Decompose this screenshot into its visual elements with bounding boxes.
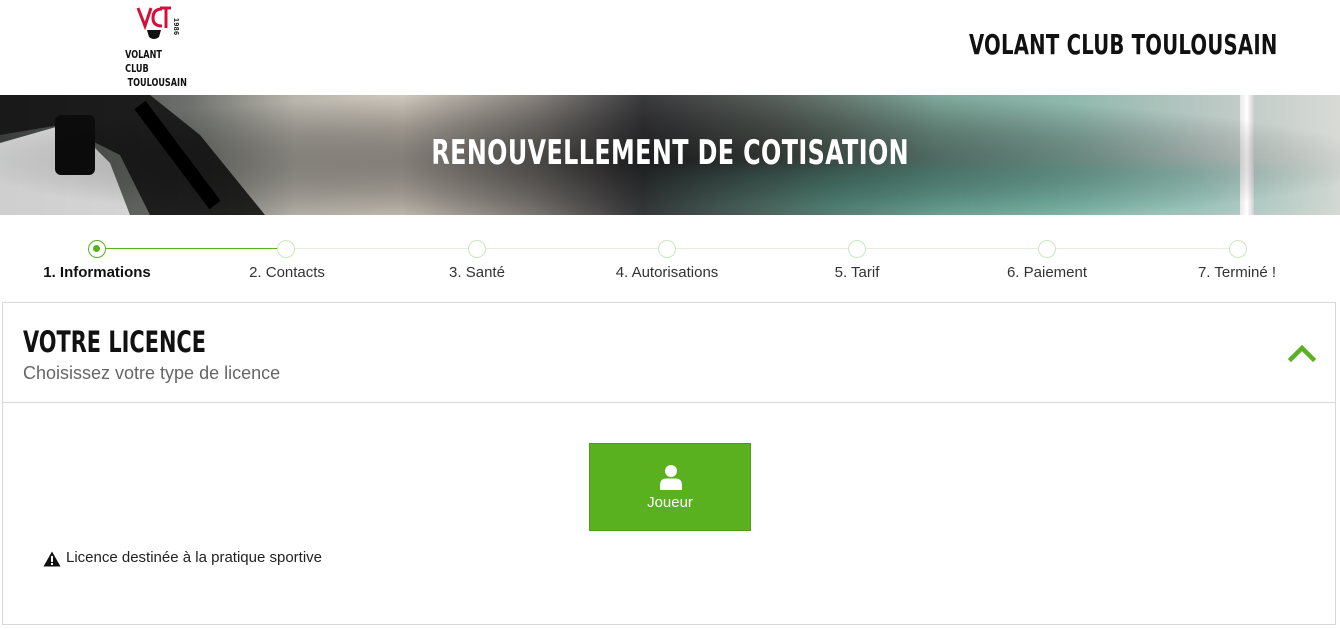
- page-title-text: RENOUVELLEMENT DE COTISATION: [431, 133, 909, 173]
- user-icon: [660, 465, 682, 490]
- logo-wordmark: VOLANT CLUB TOULOUSAIN: [112, 48, 187, 90]
- step-termine[interactable]: 7. Terminé !: [1142, 238, 1332, 288]
- shuttlecock-logo-icon: [136, 6, 171, 39]
- step-contacts[interactable]: 2. Contacts: [192, 238, 382, 288]
- step-label: 1. Informations: [43, 264, 151, 281]
- club-logo[interactable]: 1986 VOLANT CLUB TOULOUSAIN: [112, 6, 188, 89]
- step-indicator-icon: [658, 240, 676, 258]
- warning-icon: [43, 551, 61, 567]
- logo-text-line1: VOLANT CLUB: [125, 48, 162, 75]
- step-label: 2. Contacts: [249, 264, 325, 281]
- step-autorisations[interactable]: 4. Autorisations: [572, 238, 762, 288]
- step-label: 3. Santé: [449, 264, 505, 281]
- logo-year: 1986: [172, 18, 179, 36]
- step-label: 5. Tarif: [834, 264, 880, 281]
- step-indicator-icon: [277, 240, 295, 258]
- licence-card: VOTRE LICENCE Choisissez votre type de l…: [2, 302, 1336, 625]
- step-indicator-icon: [468, 240, 486, 258]
- licence-option-joueur-button[interactable]: Joueur: [589, 443, 751, 531]
- hero-banner: RENOUVELLEMENT DE COTISATION: [0, 95, 1340, 215]
- club-name: VOLANT CLUB TOULOUSAIN: [969, 28, 1278, 61]
- step-indicator-icon: [1229, 240, 1247, 258]
- step-tarif[interactable]: 5. Tarif: [762, 238, 952, 288]
- step-label: 7. Terminé !: [1197, 264, 1277, 281]
- step-indicator-icon: [848, 240, 866, 258]
- page-title: RENOUVELLEMENT DE COTISATION: [0, 133, 1340, 173]
- chevron-up-icon[interactable]: [1287, 341, 1317, 365]
- site-header: 1986 VOLANT CLUB TOULOUSAIN VOLANT CLUB …: [0, 0, 1340, 95]
- licence-card-title: VOTRE LICENCE: [23, 325, 207, 359]
- licence-option-label: Joueur: [647, 494, 693, 511]
- step-label: 6. Paiement: [1006, 264, 1088, 281]
- step-paiement[interactable]: 6. Paiement: [952, 238, 1142, 288]
- step-indicator-icon: [1038, 240, 1056, 258]
- step-informations[interactable]: 1. Informations: [2, 238, 192, 288]
- step-sante[interactable]: 3. Santé: [382, 238, 572, 288]
- step-indicator-icon: [88, 240, 106, 258]
- logo-text-line2: TOULOUSAIN: [127, 76, 187, 89]
- licence-card-subtitle: Choisissez votre type de licence: [23, 363, 281, 383]
- step-label: 4. Autorisations: [615, 264, 719, 281]
- licence-card-header[interactable]: VOTRE LICENCE Choisissez votre type de l…: [3, 303, 1335, 403]
- licence-note-text: Licence destinée à la pratique sportive: [66, 549, 322, 566]
